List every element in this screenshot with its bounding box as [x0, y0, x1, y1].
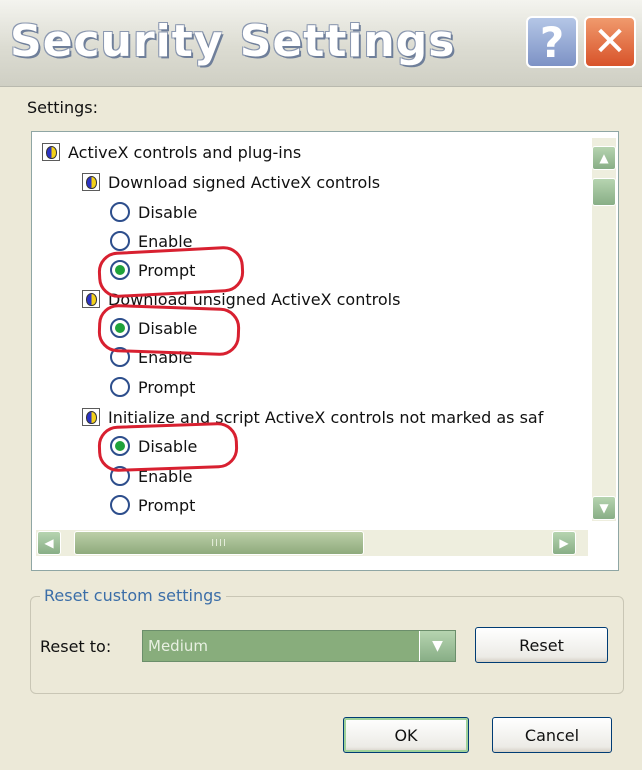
reset-level-select[interactable]: Medium ▼ [142, 630, 456, 662]
radio-selected-icon [110, 436, 130, 456]
radio-option[interactable]: Enable [110, 462, 193, 490]
radio-option[interactable]: Prompt [110, 373, 195, 401]
vertical-scroll-thumb[interactable] [592, 178, 616, 206]
tree-item-download-unsigned[interactable]: Download unsigned ActiveX controls [82, 285, 400, 313]
radio-button-icon [110, 495, 130, 515]
radio-option[interactable]: Disable [110, 314, 197, 342]
horizontal-scroll-thumb[interactable]: IIII [74, 531, 364, 555]
settings-tree: ActiveX controls and plug-ins Download s… [31, 131, 619, 571]
radio-label: Disable [138, 202, 198, 222]
scroll-left-button[interactable]: ◀ [37, 531, 61, 555]
radio-selected-icon [110, 260, 130, 280]
radio-label: Enable [138, 466, 193, 486]
radio-button-icon [110, 377, 130, 397]
radio-button-icon [110, 231, 130, 251]
window-title: Security Settings [10, 16, 456, 67]
tree-item-label: Download signed ActiveX controls [108, 172, 381, 192]
scroll-up-button[interactable]: ▲ [592, 146, 616, 170]
settings-label: Settings: [27, 98, 99, 117]
radio-button-icon [110, 347, 130, 367]
reset-button[interactable]: Reset [475, 627, 608, 663]
close-button[interactable]: ✕ [584, 16, 636, 68]
radio-selected-icon [110, 318, 130, 338]
help-button[interactable]: ? [526, 16, 578, 68]
cancel-button[interactable]: Cancel [492, 717, 612, 753]
chevron-down-icon[interactable]: ▼ [419, 631, 455, 661]
radio-label: Enable [138, 347, 193, 367]
radio-label: Disable [138, 436, 198, 456]
settings-node-icon [42, 143, 60, 161]
radio-option[interactable]: Prompt [110, 256, 195, 284]
radio-label: Prompt [138, 260, 196, 280]
tree-group-label: ActiveX controls and plug-ins [68, 142, 302, 162]
tree-item-label: Download unsigned ActiveX controls [108, 289, 401, 309]
radio-label: Prompt [138, 495, 196, 515]
tree-item-download-signed[interactable]: Download signed ActiveX controls [82, 168, 380, 196]
settings-node-icon [82, 173, 100, 191]
scroll-down-button[interactable]: ▼ [592, 496, 616, 520]
reset-group-legend: Reset custom settings [40, 586, 226, 605]
settings-node-icon [82, 290, 100, 308]
horizontal-scrollbar[interactable]: ◀ IIII ▶ [36, 530, 588, 556]
radio-button-icon [110, 202, 130, 222]
radio-option[interactable]: Disable [110, 198, 197, 226]
radio-label: Prompt [138, 377, 196, 397]
radio-option[interactable]: Enable [110, 343, 193, 371]
settings-node-icon [82, 408, 100, 426]
tree-item-initialize-script[interactable]: Initialize and script ActiveX controls n… [82, 403, 543, 431]
tree-item-label: Initialize and script ActiveX controls n… [108, 407, 544, 427]
radio-option[interactable]: Disable [110, 432, 197, 460]
radio-option[interactable]: Prompt [110, 491, 195, 519]
ok-button[interactable]: OK [343, 717, 469, 753]
scroll-right-button[interactable]: ▶ [552, 531, 576, 555]
tree-group-activex[interactable]: ActiveX controls and plug-ins [42, 138, 301, 166]
security-settings-dialog: Security Settings ? ✕ Settings: ActiveX … [0, 0, 642, 770]
reset-level-value: Medium [148, 637, 208, 655]
title-bar: Security Settings ? ✕ [0, 0, 642, 87]
radio-option[interactable]: Enable [110, 227, 193, 255]
radio-label: Disable [138, 318, 198, 338]
radio-label: Enable [138, 231, 193, 251]
radio-button-icon [110, 466, 130, 486]
reset-to-label: Reset to: [40, 637, 112, 656]
vertical-scrollbar[interactable]: ▲ ▼ [592, 138, 616, 521]
